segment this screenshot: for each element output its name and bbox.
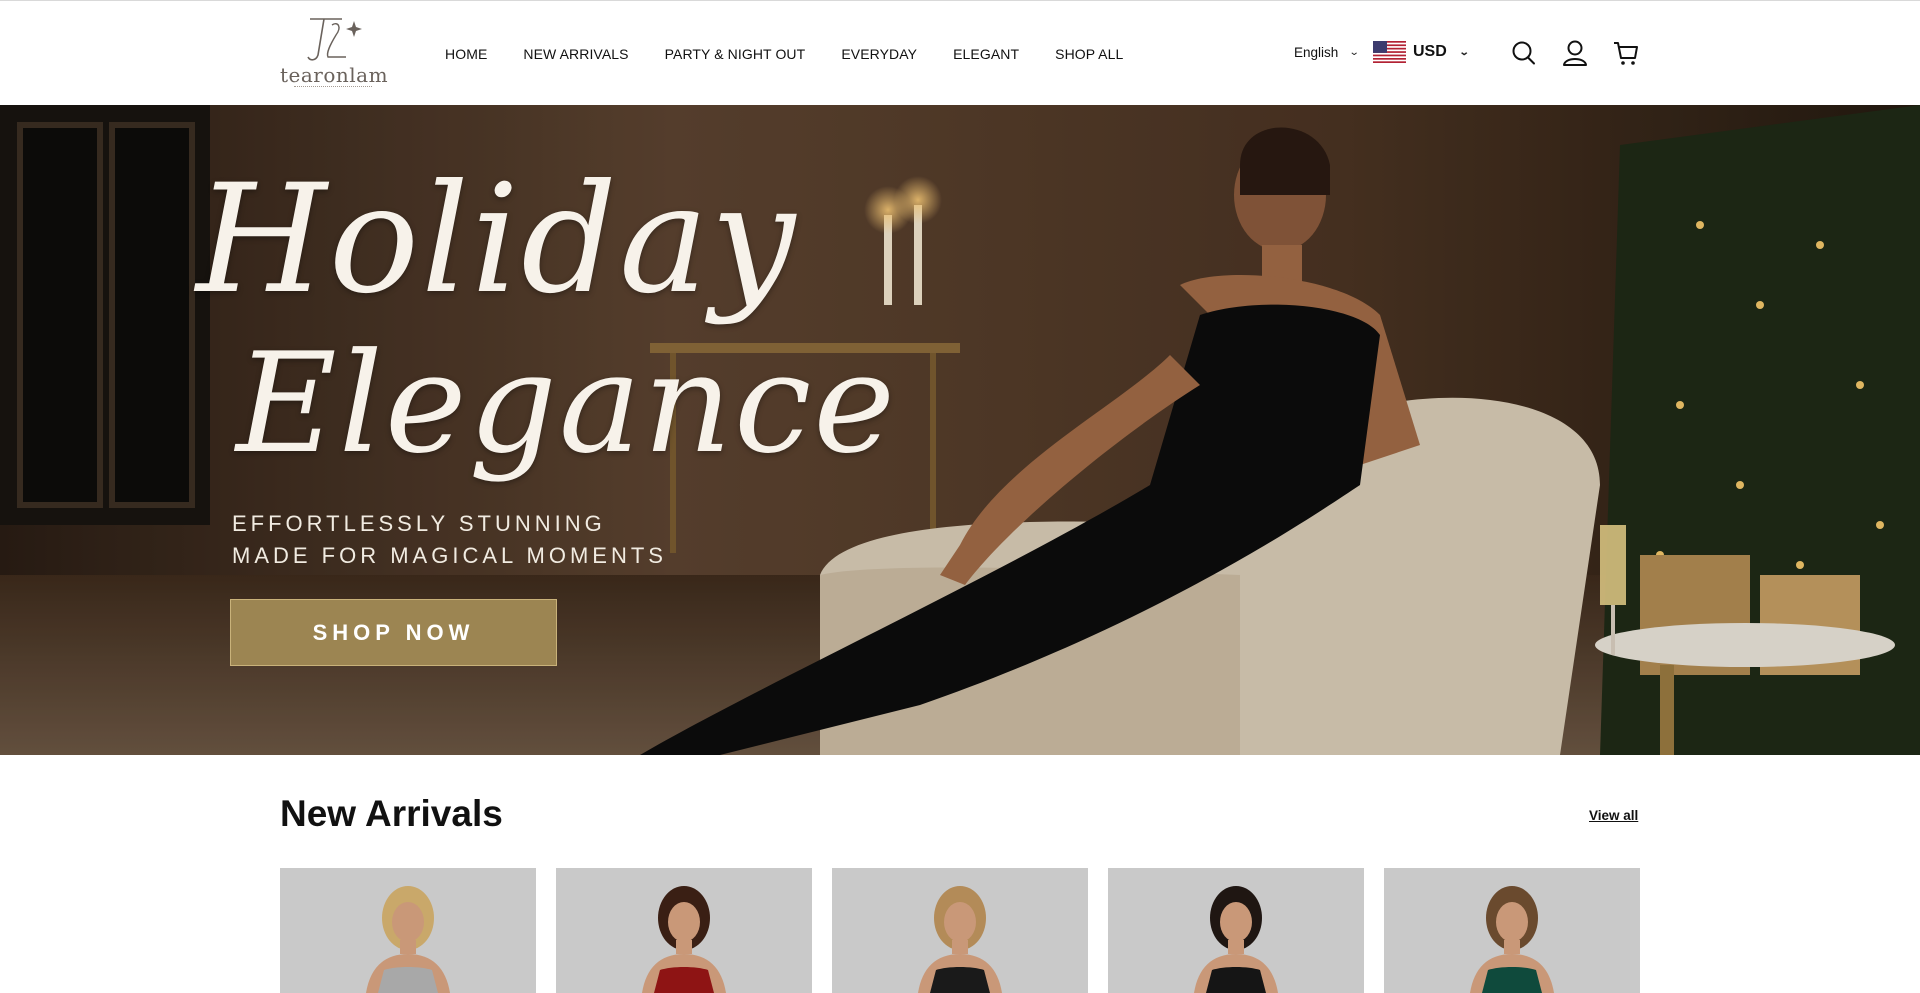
currency-selector[interactable]: USD ⌄ [1373, 41, 1470, 63]
product-card[interactable] [832, 868, 1088, 993]
hero-banner: Holiday Elegance EFFORTLESSLY STUNNING M… [0, 105, 1920, 755]
chevron-down-icon: ⌄ [1458, 46, 1470, 58]
nav-item-elegant[interactable]: ELEGANT [953, 46, 1019, 62]
nav-item-everyday[interactable]: EVERYDAY [841, 46, 917, 62]
hero-subtitle-line-2: MADE FOR MAGICAL MOMENTS [232, 543, 667, 568]
product-grid [280, 868, 1640, 993]
brand-logo[interactable]: tearonlam [280, 13, 389, 91]
hero-subtitle: EFFORTLESSLY STUNNING MADE FOR MAGICAL M… [232, 508, 667, 572]
us-flag-icon [1373, 41, 1406, 63]
language-label: English [1294, 45, 1339, 60]
product-card[interactable] [1108, 868, 1364, 993]
product-image [832, 868, 1088, 993]
product-image [280, 868, 536, 993]
logo-monogram-icon [307, 18, 362, 61]
view-all-link[interactable]: View all [1589, 808, 1638, 823]
product-card[interactable] [280, 868, 536, 993]
account-icon[interactable] [1562, 39, 1588, 67]
site-header: tearonlam HOME NEW ARRIVALS PARTY & NIGH… [0, 0, 1920, 105]
nav-item-shop-all[interactable]: SHOP ALL [1055, 46, 1123, 62]
search-icon[interactable] [1511, 39, 1537, 67]
chevron-down-icon: ⌄ [1349, 47, 1360, 58]
cart-icon[interactable] [1613, 39, 1639, 67]
brand-wordmark: tearonlam [280, 63, 389, 87]
hero-title-line-1: Holiday [196, 153, 798, 327]
product-image [1108, 868, 1364, 993]
nav-item-party-night-out[interactable]: PARTY & NIGHT OUT [665, 46, 806, 62]
nav-item-home[interactable]: HOME [445, 46, 487, 62]
logo-tagline-rule [294, 86, 372, 88]
new-arrivals-heading: New Arrivals [280, 793, 503, 834]
nav-item-new-arrivals[interactable]: NEW ARRIVALS [523, 46, 628, 62]
language-selector[interactable]: English ⌄ [1294, 45, 1360, 60]
hero-subtitle-line-1: EFFORTLESSLY STUNNING [232, 511, 606, 536]
shop-now-button[interactable]: SHOP NOW [230, 599, 557, 666]
product-image [556, 868, 812, 993]
header-actions [1511, 39, 1639, 67]
product-card[interactable] [1384, 868, 1640, 993]
product-card[interactable] [556, 868, 812, 993]
main-navigation: HOME NEW ARRIVALS PARTY & NIGHT OUT EVER… [445, 46, 1123, 62]
currency-label: USD [1413, 43, 1447, 60]
product-image [1384, 868, 1640, 993]
hero-title-line-2: Elegance [236, 323, 897, 484]
